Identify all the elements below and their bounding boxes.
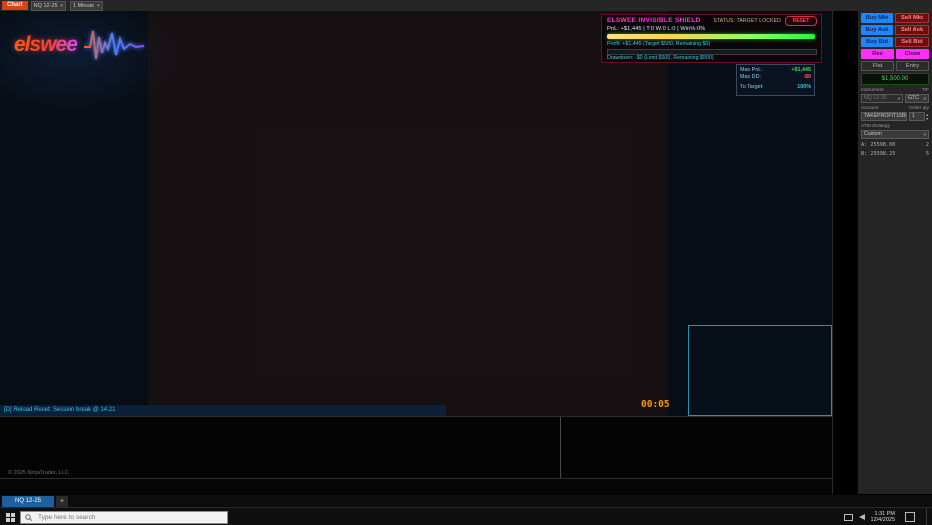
- windows-logo-icon: [6, 513, 15, 522]
- notification-center-icon[interactable]: [905, 512, 915, 522]
- tif-dropdown[interactable]: GTC ▾: [905, 94, 929, 103]
- precision-engine-panel: [688, 325, 832, 416]
- buy-bid-button[interactable]: Buy Bid: [861, 37, 893, 47]
- instrument-dropdown-value: NQ 12-25: [864, 94, 887, 103]
- bar-countdown-timer: 00:05: [641, 399, 670, 410]
- order-entry-panel: Buy Mkt Sell Mkt Buy Ask Sell Ask Buy Bi…: [858, 11, 932, 494]
- reset-button[interactable]: RESET: [785, 16, 817, 26]
- quantity-spin-buttons[interactable]: ▲▼: [926, 112, 929, 121]
- ask-price: A: 25598.00: [861, 142, 895, 148]
- sell-mkt-button[interactable]: Sell Mkt: [895, 13, 929, 23]
- shield-status: STATUS: TARGET LOCKED: [713, 18, 781, 24]
- interval-selector[interactable]: 1 Minute ▾: [70, 1, 103, 11]
- volume-icon[interactable]: [859, 514, 865, 520]
- system-tray: 1:31 PM 12/4/2025: [844, 508, 932, 525]
- bid-price: B: 25598.25: [861, 151, 895, 157]
- tab-nq-12-25[interactable]: NQ 12-25: [2, 496, 54, 507]
- shield-pnl-line: PnL: +$1,445 | T:0 W:0 L:0 | Win%:0%: [607, 26, 705, 32]
- show-desktop-button[interactable]: [926, 508, 930, 525]
- quantity-value: 1: [912, 112, 915, 121]
- clock-date: 12/4/2025: [871, 517, 895, 524]
- elswee-waveform-icon: [84, 25, 148, 65]
- search-input[interactable]: [36, 513, 200, 522]
- chart-status-message: [D] Reload Reset: Session break @ 14:21: [0, 405, 446, 416]
- entry-button[interactable]: Entry: [896, 61, 929, 71]
- bid-size: 5: [926, 151, 929, 157]
- buy-mkt-button[interactable]: Buy Mkt: [861, 13, 893, 23]
- max-pnl-label: Max PnL:: [740, 67, 763, 74]
- start-button[interactable]: [0, 508, 20, 525]
- chart-tab-bar: NQ 12-25 +: [0, 494, 932, 508]
- sell-bid-button[interactable]: Sell Bid: [895, 37, 929, 47]
- taskbar-search[interactable]: [20, 511, 228, 524]
- account-label: Account: [861, 106, 878, 111]
- account-dropdown-value: TAKEPROFIT16BL: [864, 112, 907, 121]
- sell-ask-button[interactable]: Sell Ask: [895, 25, 929, 35]
- to-target-label: To Target:: [740, 84, 764, 91]
- indicator-pane[interactable]: © 2025 NinjaTrader, LLC: [0, 416, 832, 479]
- elswee-logo: elswee: [14, 33, 77, 57]
- max-pnl-tooltip: Max PnL: +$1,445 Max DD: -$0 To Target: 100…: [736, 64, 815, 96]
- chart-plot-area[interactable]: elswee ELSWEE INVISIBLE SHIELD STATUS: T…: [0, 11, 832, 416]
- interval-selector-value: 1 Minute: [73, 2, 94, 10]
- chevron-down-icon: ▾: [97, 2, 100, 10]
- profit-progress-bar: [607, 34, 815, 39]
- chevron-down-icon: ▾: [924, 94, 926, 103]
- shield-title: ELSWEE INVISIBLE SHIELD: [607, 17, 701, 24]
- chevron-down-icon: ▾: [61, 2, 64, 10]
- instrument-selector-value: NQ 12-25: [34, 2, 58, 10]
- instrument-dropdown[interactable]: NQ 12-25 ▾: [861, 94, 903, 103]
- crosshair-vline-extension: [560, 417, 561, 479]
- to-target-value: 100%: [797, 84, 811, 91]
- flat-button[interactable]: Flat: [861, 61, 894, 71]
- add-tab-button[interactable]: +: [56, 496, 68, 507]
- instrument-selector[interactable]: NQ 12-25 ▾: [31, 1, 66, 11]
- account-dropdown[interactable]: TAKEPROFIT16BL▾: [861, 112, 907, 121]
- account-balance: $1,500.00: [861, 73, 929, 85]
- shield-drawdown-line: Drawdown: -$0 (Limit $500, Remaining $50…: [607, 55, 714, 61]
- atm-strategy-label: ATM Strategy: [861, 124, 890, 129]
- max-dd-value: -$0: [803, 74, 811, 81]
- price-axis[interactable]: [832, 11, 859, 494]
- quantity-stepper[interactable]: 1 ▲▼: [909, 112, 929, 121]
- tif-dropdown-value: GTC: [908, 94, 919, 103]
- window-label[interactable]: Chart: [2, 1, 28, 10]
- atm-strategy-dropdown[interactable]: Custom ▾: [861, 130, 929, 139]
- display-icon[interactable]: [844, 514, 853, 521]
- copyright-text: © 2025 NinjaTrader, LLC: [8, 470, 69, 476]
- instrument-label: Instrument: [861, 88, 884, 93]
- ask-size: 2: [926, 142, 929, 148]
- buy-ask-button[interactable]: Buy Ask: [861, 25, 893, 35]
- close-button[interactable]: Close: [896, 49, 929, 59]
- tif-label: TIF: [922, 88, 929, 93]
- chevron-down-icon: ▾: [924, 130, 926, 139]
- search-icon: [25, 514, 32, 521]
- order-qty-label: Order qty: [909, 106, 929, 111]
- reverse-button[interactable]: Rev: [861, 49, 894, 59]
- trading-platform-window: Chart NQ 12-25 ▾ 1 Minute ▾ elswee ELSWE…: [0, 0, 932, 525]
- shield-profit-line: Profit: +$1,445 (Target $500, Remaining …: [607, 41, 710, 47]
- invisible-shield-panel: ELSWEE INVISIBLE SHIELD STATUS: TARGET L…: [601, 14, 822, 63]
- max-pnl-value: +$1,445: [791, 67, 811, 74]
- time-axis[interactable]: [0, 478, 832, 495]
- atm-strategy-value: Custom: [864, 130, 882, 139]
- quantity-value-box[interactable]: 1: [909, 112, 925, 121]
- max-dd-label: Max DD:: [740, 74, 761, 81]
- windows-taskbar: 1:31 PM 12/4/2025: [0, 507, 932, 525]
- taskbar-clock[interactable]: 1:31 PM 12/4/2025: [871, 511, 895, 524]
- chevron-down-icon: ▾: [898, 94, 900, 103]
